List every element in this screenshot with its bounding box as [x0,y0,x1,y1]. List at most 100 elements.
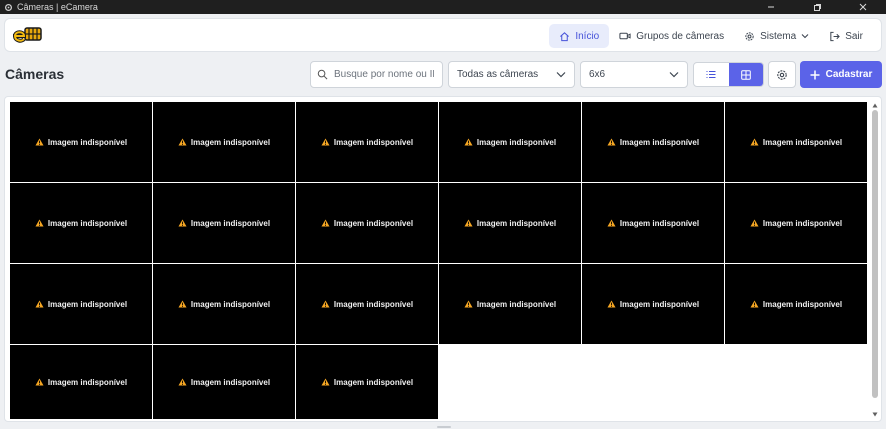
camera-tile[interactable]: Imagem indisponível [153,345,295,419]
page-title: Câmeras [5,66,65,82]
camera-unavailable-text: Imagem indisponível [476,137,557,147]
camera-tile[interactable]: Imagem indisponível [725,183,867,263]
search-icon [317,69,328,80]
minimize-icon[interactable] [748,0,794,14]
camera-tile[interactable]: Imagem indisponível [10,345,152,419]
nav-logout-label: Sair [845,30,863,42]
camera-unavailable-text: Imagem indisponível [333,137,414,147]
group-filter-select[interactable]: Todas as câmeras [448,61,575,88]
camera-tile[interactable]: Imagem indisponível [296,264,438,344]
camera-unavailable-text: Imagem indisponível [762,299,843,309]
camera-tile[interactable]: Imagem indisponível [725,264,867,344]
resize-handle[interactable] [437,426,451,428]
top-navbar: Início Grupos de câmeras Sistema Sair [4,18,882,52]
chevron-down-icon [556,72,566,78]
grid-settings-button[interactable] [768,61,796,88]
camera-unavailable-text: Imagem indisponível [476,299,557,309]
search-field[interactable] [310,61,443,88]
nav-camera-groups-label: Grupos de câmeras [636,30,725,42]
maximize-icon[interactable] [794,0,840,14]
camera-unavailable-text: Imagem indisponível [476,218,557,228]
window-titlebar: Câmeras | eCamera [0,0,886,14]
warning-icon [178,378,187,386]
camera-unavailable-text: Imagem indisponível [47,137,128,147]
search-input[interactable] [334,69,434,80]
warning-icon [607,219,616,227]
warning-icon [35,219,44,227]
add-camera-button[interactable]: Cadastrar [800,61,882,88]
grid-icon [740,69,751,80]
warning-icon [464,300,473,308]
camera-tile[interactable]: Imagem indisponível [153,264,295,344]
camera-unavailable-text: Imagem indisponível [619,137,700,147]
chevron-down-icon [669,72,679,78]
warning-icon [321,219,330,227]
camera-unavailable-text: Imagem indisponível [762,137,843,147]
scroll-down-arrow-icon[interactable] [871,410,879,418]
ecamera-logo[interactable] [11,24,43,46]
close-icon[interactable] [840,0,886,14]
camera-tile[interactable]: Imagem indisponível [153,102,295,182]
camera-unavailable-text: Imagem indisponível [190,299,271,309]
camera-unavailable-text: Imagem indisponível [619,218,700,228]
camera-tile[interactable]: Imagem indisponível [582,264,724,344]
video-camera-icon [619,32,631,40]
camera-grid-panel: Imagem indisponível Imagem indisponível Im… [4,96,882,422]
warning-icon [464,219,473,227]
list-icon [706,71,716,78]
camera-tile[interactable]: Imagem indisponível [296,102,438,182]
scroll-up-arrow-icon[interactable] [871,101,879,109]
grid-view-button[interactable] [728,63,763,86]
vertical-scrollbar[interactable] [870,101,880,418]
grid-layout-value: 6x6 [589,69,606,80]
camera-tile[interactable]: Imagem indisponível [439,264,581,344]
camera-tile[interactable]: Imagem indisponível [296,183,438,263]
warning-icon [750,219,759,227]
warning-icon [35,378,44,386]
camera-tile[interactable]: Imagem indisponível [582,183,724,263]
nav-system-label: Sistema [760,30,797,42]
nav-camera-groups[interactable]: Grupos de câmeras [609,24,734,48]
camera-tile[interactable]: Imagem indisponível [296,345,438,419]
camera-unavailable-text: Imagem indisponível [762,218,843,228]
warning-icon [35,300,44,308]
camera-unavailable-text: Imagem indisponível [333,377,414,387]
warning-icon [321,138,330,146]
warning-icon [178,219,187,227]
add-camera-label: Cadastrar [825,69,873,80]
camera-unavailable-text: Imagem indisponível [333,218,414,228]
window-title: Câmeras | eCamera [17,2,98,12]
nav-system-menu[interactable]: Sistema [734,24,819,48]
camera-tile[interactable]: Imagem indisponível [10,102,152,182]
camera-tile[interactable]: Imagem indisponível [10,183,152,263]
camera-unavailable-text: Imagem indisponível [47,299,128,309]
warning-icon [750,300,759,308]
camera-unavailable-text: Imagem indisponível [47,377,128,387]
list-view-button[interactable] [694,63,729,86]
nav-home-label: Início [575,30,600,42]
camera-tile[interactable]: Imagem indisponível [439,102,581,182]
scrollbar-thumb[interactable] [872,110,878,398]
camera-tile[interactable]: Imagem indisponível [582,102,724,182]
camera-tile[interactable]: Imagem indisponível [439,183,581,263]
chevron-down-icon [801,34,809,39]
camera-grid: Imagem indisponível Imagem indisponível Im… [10,102,868,425]
camera-unavailable-text: Imagem indisponível [190,137,271,147]
nav-home[interactable]: Início [549,24,610,48]
camera-unavailable-text: Imagem indisponível [619,299,700,309]
warning-icon [321,378,330,386]
grid-layout-select[interactable]: 6x6 [580,61,688,88]
plus-icon [810,70,820,79]
camera-tile[interactable]: Imagem indisponível [10,264,152,344]
logout-icon [830,31,840,41]
nav-logout[interactable]: Sair [819,24,873,48]
group-filter-value: Todas as câmeras [457,69,539,80]
camera-tile[interactable]: Imagem indisponível [153,183,295,263]
view-mode-toggle [693,62,764,87]
app-gear-icon [3,2,13,12]
warning-icon [464,138,473,146]
warning-icon [178,300,187,308]
camera-unavailable-text: Imagem indisponível [333,299,414,309]
warning-icon [35,138,44,146]
camera-tile[interactable]: Imagem indisponível [725,102,867,182]
